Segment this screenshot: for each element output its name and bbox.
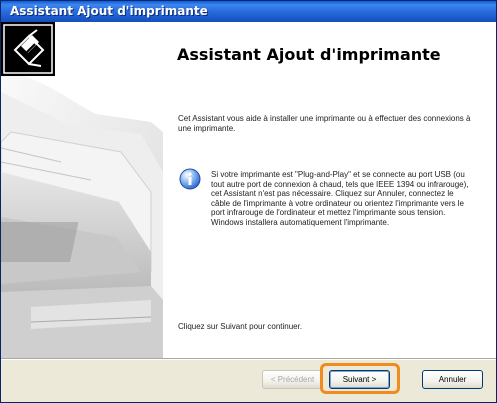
add-printer-wizard-window: Assistant Ajout d'imprimante Assistant A…	[0, 0, 497, 403]
continue-text: Cliquez sur Suivant pour continuer.	[178, 322, 303, 331]
plug-and-play-info: Si votre imprimante est "Plug-and-Play" …	[211, 170, 469, 227]
footer-separator	[1, 358, 496, 360]
wizard-banner	[1, 22, 163, 358]
next-button[interactable]: Suivant >	[329, 370, 390, 389]
intro-text: Cet Assistant vous aide à installer une …	[178, 114, 471, 133]
window-title: Assistant Ajout d'imprimante	[10, 4, 208, 18]
title-bar[interactable]: Assistant Ajout d'imprimante	[1, 1, 496, 22]
cancel-button[interactable]: Annuler	[422, 370, 483, 389]
printer-wizard-icon	[1, 22, 55, 76]
info-icon	[179, 168, 201, 190]
wizard-heading: Assistant Ajout d'imprimante	[177, 45, 441, 64]
wizard-content: Assistant Ajout d'imprimante Cet Assista…	[1, 22, 496, 358]
previous-button[interactable]: < Précédent	[262, 370, 323, 389]
